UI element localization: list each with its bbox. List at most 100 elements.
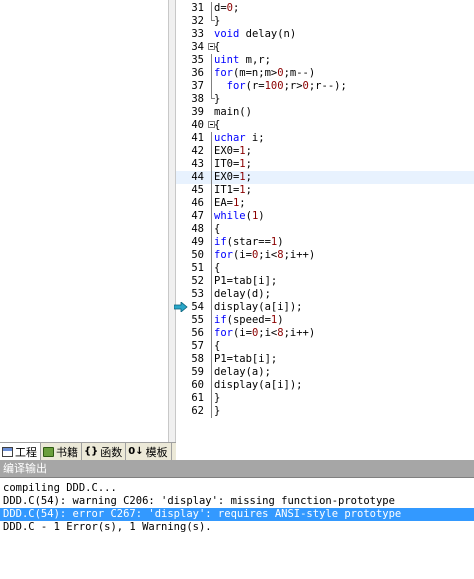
code-line[interactable]: 33 void delay(n): [176, 28, 474, 41]
code-text: for(i=0;i<8;i++): [214, 327, 316, 339]
line-number: 31: [191, 2, 204, 14]
tab-project[interactable]: 工程: [0, 443, 41, 460]
code-line[interactable]: 40 {: [176, 119, 474, 132]
code-line[interactable]: 44 EX0=1;: [176, 171, 474, 184]
line-number: 48: [191, 223, 204, 235]
code-line[interactable]: 31 d=0;: [176, 2, 474, 15]
code-line[interactable]: 48 {: [176, 223, 474, 236]
project-panel-scrollbar[interactable]: [168, 0, 176, 442]
code-line[interactable]: 41 uchar i;: [176, 132, 474, 145]
code-line[interactable]: 59 delay(a);: [176, 366, 474, 379]
code-line[interactable]: 52 P1=tab[i];: [176, 275, 474, 288]
code-line[interactable]: 34 {: [176, 41, 474, 54]
output-window-title: 编译输出: [0, 460, 474, 477]
tab-books[interactable]: 书籍: [41, 443, 82, 460]
code-text: IT0=1;: [214, 158, 252, 170]
line-number: 45: [191, 184, 204, 196]
code-text: {: [214, 119, 221, 131]
line-number: 62: [191, 405, 204, 417]
tab-templates[interactable]: 0↓ 模板: [126, 443, 172, 460]
code-text: {: [214, 223, 221, 235]
code-text: {: [214, 41, 221, 53]
code-line[interactable]: 38}: [176, 93, 474, 106]
code-text: }: [214, 392, 221, 404]
line-number: 33: [191, 28, 204, 40]
output-lines: compiling DDD.C... DDD.C(54): warning C20…: [0, 482, 474, 534]
output-line[interactable]: DDD.C(54): warning C206: 'display': miss…: [0, 495, 474, 508]
code-line[interactable]: 37 for(r=100;r>0;r--);: [176, 80, 474, 93]
code-text: EA=1;: [214, 197, 246, 209]
line-number: 52: [191, 275, 204, 287]
code-line[interactable]: 57 {: [176, 340, 474, 353]
code-line[interactable]: 51 {: [176, 262, 474, 275]
code-text: display(a[i]);: [214, 379, 303, 391]
code-text: }: [214, 405, 221, 417]
code-line[interactable]: 49 if(star==1): [176, 236, 474, 249]
tab-functions[interactable]: {} 函数: [82, 443, 127, 460]
line-number: 41: [191, 132, 204, 144]
code-text: {: [214, 262, 221, 274]
line-number: 42: [191, 145, 204, 157]
line-number: 55: [191, 314, 204, 326]
templates-icon: 0↓: [128, 445, 144, 457]
code-line[interactable]: 43 IT0=1;: [176, 158, 474, 171]
code-line[interactable]: 39 main(): [176, 106, 474, 119]
code-text: delay(a);: [214, 366, 271, 378]
output-line[interactable]: DDD.C(54): error C267: 'display': requir…: [0, 508, 474, 521]
code-line[interactable]: 56 for(i=0;i<8;i++): [176, 327, 474, 340]
line-number: 57: [191, 340, 204, 352]
code-text: d=0;: [214, 2, 240, 14]
current-line-arrow-icon: [174, 302, 188, 312]
tab-functions-label: 函数: [100, 445, 123, 459]
code-editor[interactable]: 31 d=0; 32} 33 void delay(n) 34{35 uint m,r; 36…: [174, 0, 474, 460]
code-line[interactable]: 50 for(i=0;i<8;i++): [176, 249, 474, 262]
code-line[interactable]: 55 if(speed=1): [176, 314, 474, 327]
code-line[interactable]: 45 IT1=1;: [176, 184, 474, 197]
code-line[interactable]: 35 uint m,r;: [176, 54, 474, 67]
line-number: 60: [191, 379, 204, 391]
line-number: 32: [191, 15, 204, 27]
code-line[interactable]: 61}: [176, 392, 474, 405]
line-number: 39: [191, 106, 204, 118]
code-line[interactable]: 42 EX0=1;: [176, 145, 474, 158]
code-line[interactable]: 47 while(1): [176, 210, 474, 223]
line-number: 61: [191, 392, 204, 404]
code-line[interactable]: 32}: [176, 15, 474, 28]
code-text: {: [214, 340, 221, 352]
code-text: }: [214, 15, 221, 27]
code-line[interactable]: 62}: [176, 405, 474, 418]
code-text: EX0=1;: [214, 171, 252, 183]
output-line[interactable]: DDD.C - 1 Error(s), 1 Warning(s).: [0, 521, 474, 534]
line-number: 38: [191, 93, 204, 105]
code-text: IT1=1;: [214, 184, 252, 196]
line-number: 53: [191, 288, 204, 300]
code-line[interactable]: 60 display(a[i]);: [176, 379, 474, 392]
line-number: 44: [191, 171, 204, 183]
line-number: 58: [191, 353, 204, 365]
code-text: void delay(n): [214, 28, 297, 40]
code-line[interactable]: 46 EA=1;: [176, 197, 474, 210]
output-line[interactable]: compiling DDD.C...: [0, 482, 474, 495]
code-text: main(): [214, 106, 252, 118]
line-number: 51: [191, 262, 204, 274]
functions-icon: {}: [84, 445, 99, 457]
code-text: if(speed=1): [214, 314, 284, 326]
code-text: for(r=100;r>0;r--);: [226, 80, 347, 92]
code-line[interactable]: 36 for(m=n;m>0;m--): [176, 67, 474, 80]
tab-project-label: 工程: [15, 445, 37, 459]
code-line[interactable]: 53 delay(d);: [176, 288, 474, 301]
line-number: 56: [191, 327, 204, 339]
tab-books-label: 书籍: [56, 445, 78, 459]
project-icon: [2, 446, 13, 457]
code-line[interactable]: 54 display(a[i]);: [174, 301, 474, 314]
code-line[interactable]: 58 P1=tab[i];: [176, 353, 474, 366]
code-text: while(1): [214, 210, 265, 222]
books-icon: [43, 446, 54, 457]
project-panel[interactable]: [0, 0, 168, 442]
line-number: 40: [191, 119, 204, 131]
build-output-panel[interactable]: compiling DDD.C... DDD.C(54): warning C20…: [0, 477, 474, 579]
code-text: P1=tab[i];: [214, 353, 278, 365]
line-number: 37: [191, 80, 204, 92]
line-number: 47: [191, 210, 204, 222]
line-number: 43: [191, 158, 204, 170]
